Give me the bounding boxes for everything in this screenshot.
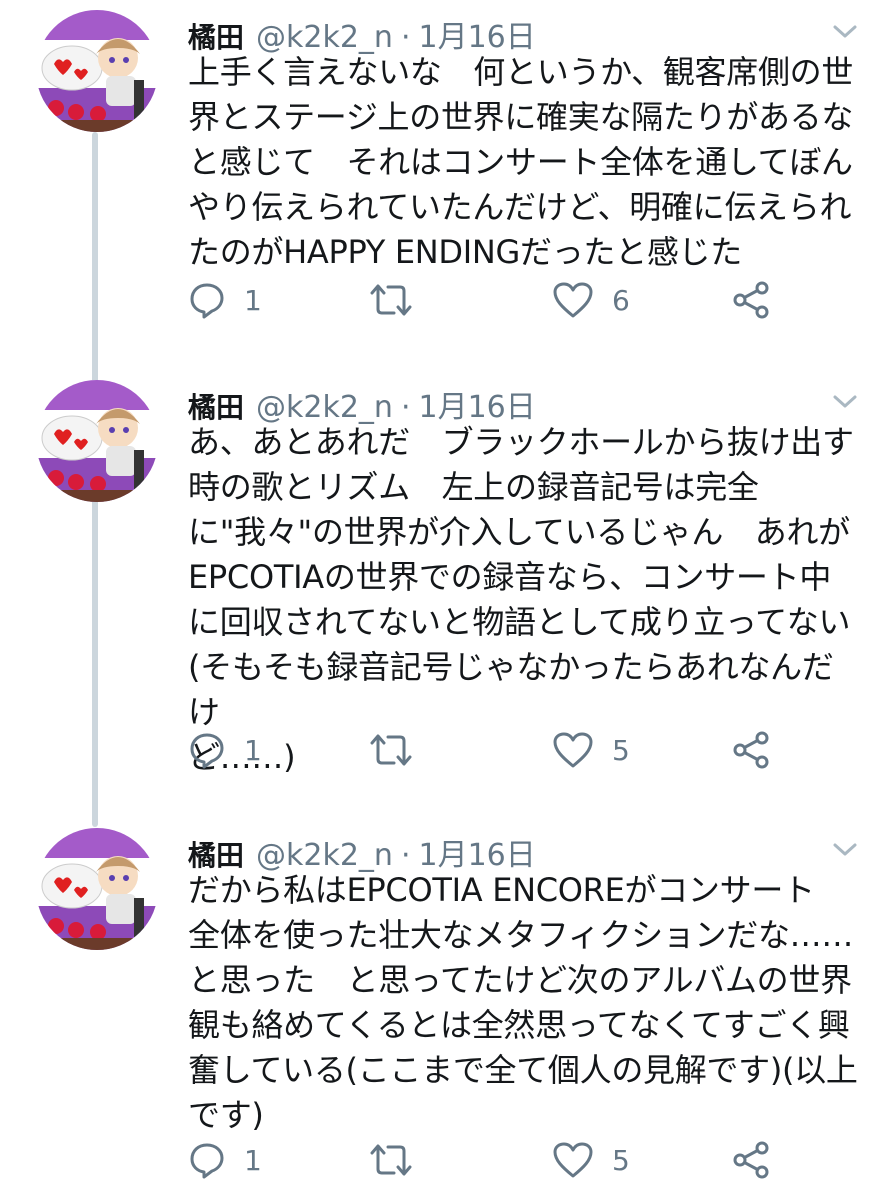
avatar[interactable]: [36, 828, 158, 950]
chevron-down-icon[interactable]: [830, 840, 860, 860]
avatar[interactable]: [36, 380, 158, 502]
reply-icon: [190, 283, 224, 319]
reply-button[interactable]: 1: [188, 1138, 262, 1182]
retweet-icon: [370, 284, 412, 316]
chevron-down-icon[interactable]: [830, 22, 860, 42]
tweet-text: あ、あとあれだ ブラックホールから抜け出す 時の歌とリズム 左上の録音記号は完全…: [188, 423, 854, 776]
retweet-icon: [370, 1144, 412, 1176]
reply-count: 1: [244, 1143, 262, 1177]
tweet-text: 上手く言えないな 何というか、観客席側の世 界とステージ上の世界に確実な隔たりが…: [188, 53, 854, 271]
like-count: 6: [612, 283, 630, 317]
reply-button[interactable]: 1: [188, 278, 262, 322]
tweet-header: 橘田 @k2k2_n · 1月16日: [188, 830, 536, 873]
avatar[interactable]: [36, 10, 158, 132]
tweet-actions: 1 5: [188, 1138, 788, 1182]
share-button[interactable]: [732, 278, 772, 322]
reply-icon: [190, 1143, 224, 1179]
tweet-header: 橘田 @k2k2_n · 1月16日: [188, 382, 536, 425]
tweet[interactable]: 橘田 @k2k2_n · 1月16日 上手く言えないな 何というか、観客席側の世…: [0, 0, 886, 360]
tweet[interactable]: 橘田 @k2k2_n · 1月16日 だから私はEPCOTIA ENCOREがコ…: [0, 818, 886, 1200]
tweet-text: だから私はEPCOTIA ENCOREがコンサート 全体を使った壮大なメタフィク…: [188, 871, 858, 1134]
heart-icon: [553, 1142, 593, 1178]
tweet-actions: 1 5: [188, 728, 788, 772]
like-count: 5: [612, 1143, 630, 1177]
like-button[interactable]: 5: [552, 1138, 630, 1182]
share-button[interactable]: [732, 728, 772, 772]
reply-count: 1: [244, 283, 262, 317]
share-button[interactable]: [732, 1138, 772, 1182]
heart-icon: [553, 282, 593, 318]
heart-icon: [553, 732, 593, 768]
like-count: 5: [612, 733, 630, 767]
retweet-button[interactable]: [368, 1138, 414, 1182]
like-button[interactable]: 6: [552, 278, 630, 322]
reply-icon: [190, 733, 224, 769]
reply-button[interactable]: 1: [188, 728, 262, 772]
like-button[interactable]: 5: [552, 728, 630, 772]
tweet-header: 橘田 @k2k2_n · 1月16日: [188, 12, 536, 55]
share-icon: [733, 731, 769, 769]
reply-count: 1: [244, 733, 262, 767]
tweet-actions: 1 6: [188, 278, 788, 322]
retweet-icon: [370, 734, 412, 766]
retweet-button[interactable]: [368, 278, 414, 322]
share-icon: [733, 281, 769, 319]
share-icon: [733, 1141, 769, 1179]
retweet-button[interactable]: [368, 728, 414, 772]
chevron-down-icon[interactable]: [830, 392, 860, 412]
tweet[interactable]: 橘田 @k2k2_n · 1月16日 あ、あとあれだ ブラックホールから抜け出す…: [0, 370, 886, 820]
